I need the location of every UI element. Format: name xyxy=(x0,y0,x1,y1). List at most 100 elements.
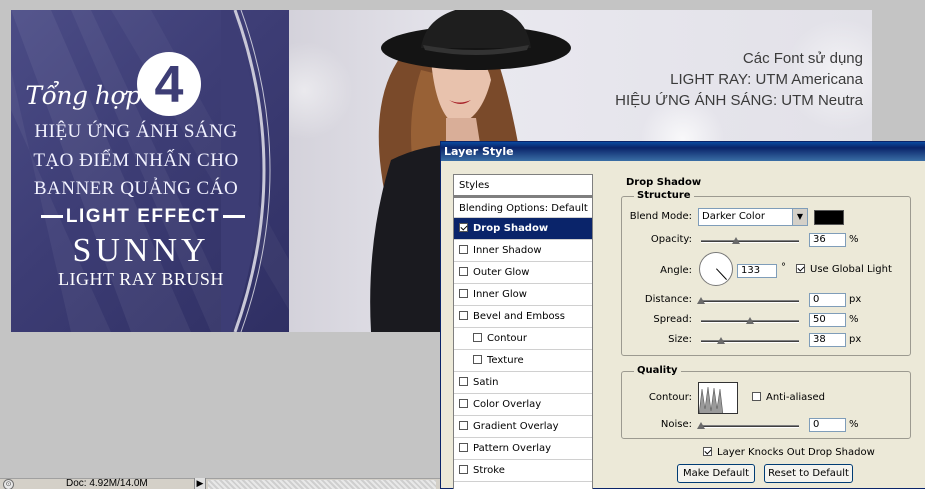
angle-dial[interactable] xyxy=(699,252,733,286)
style-checkbox[interactable] xyxy=(459,421,468,430)
style-label: Bevel and Emboss xyxy=(473,311,565,322)
zoom-icon[interactable]: ⊙ xyxy=(3,479,14,489)
style-item-satin[interactable]: Satin xyxy=(454,372,592,394)
style-label: Color Overlay xyxy=(473,399,542,410)
style-checkbox[interactable] xyxy=(459,289,468,298)
headline-line-1: HIỆU ỨNG ÁNH SÁNG xyxy=(34,121,238,142)
noise-input[interactable]: 0 xyxy=(809,418,846,432)
style-item-gradient-overlay[interactable]: Gradient Overlay xyxy=(454,416,592,438)
style-label: Pattern Overlay xyxy=(473,443,552,454)
font-line-1: LIGHT RAY: UTM Americana xyxy=(670,71,863,88)
style-checkbox[interactable] xyxy=(473,333,482,342)
style-label: Texture xyxy=(487,355,524,366)
use-global-light-checkbox[interactable] xyxy=(796,264,805,273)
style-checkbox[interactable] xyxy=(459,377,468,386)
size-slider[interactable] xyxy=(701,340,799,343)
doc-info[interactable]: Doc: 4.92M/14.0M xyxy=(66,478,148,489)
spread-label: Spread: xyxy=(653,314,692,325)
use-global-light-label: Use Global Light xyxy=(810,264,892,275)
sunny-text: SUNNY xyxy=(72,232,210,269)
style-item-bevel-and-emboss[interactable]: Bevel and Emboss xyxy=(454,306,592,328)
style-item-stroke[interactable]: Stroke xyxy=(454,460,592,482)
blend-mode-label: Blend Mode: xyxy=(629,211,692,222)
brush-text: LIGHT RAY BRUSH xyxy=(58,269,224,289)
angle-label: Angle: xyxy=(660,265,692,276)
chevron-down-icon[interactable]: ▼ xyxy=(792,209,807,225)
opacity-slider-thumb[interactable] xyxy=(732,237,740,244)
anti-aliased[interactable]: Anti-aliased xyxy=(752,392,825,403)
style-label: Gradient Overlay xyxy=(473,421,559,432)
tong-hop-text: Tổng hợp xyxy=(25,81,141,110)
style-item-outer-glow[interactable]: Outer Glow xyxy=(454,262,592,284)
style-checkbox[interactable] xyxy=(473,355,482,364)
style-item-pattern-overlay[interactable]: Pattern Overlay xyxy=(454,438,592,460)
angle-input[interactable]: 133 xyxy=(737,264,777,278)
drop-shadow-title: Drop Shadow xyxy=(626,177,702,188)
spread-slider-thumb[interactable] xyxy=(746,317,754,324)
size-unit: px xyxy=(849,334,862,345)
style-item-drop-shadow[interactable]: Drop Shadow xyxy=(454,218,592,240)
angle-unit: ° xyxy=(781,262,786,273)
font-line-2: HIỆU ỨNG ÁNH SÁNG: UTM Neutra xyxy=(615,92,863,109)
style-checkbox[interactable] xyxy=(459,443,468,452)
spread-input[interactable]: 50 xyxy=(809,313,846,327)
distance-slider[interactable] xyxy=(701,300,799,303)
reset-to-default-button[interactable]: Reset to Default xyxy=(764,464,853,483)
blend-mode-select[interactable]: Darker Color ▼ xyxy=(698,208,808,226)
fonts-title: Các Font sử dụng xyxy=(742,50,863,67)
distance-slider-thumb[interactable] xyxy=(697,297,705,304)
dialog-titlebar[interactable]: Layer Style xyxy=(441,142,925,161)
angle-needle xyxy=(716,268,727,280)
styles-list: Styles Blending Options: Default Drop Sh… xyxy=(453,174,593,489)
style-item-contour[interactable]: Contour xyxy=(454,328,592,350)
status-menu-arrow-icon[interactable]: ▶ xyxy=(194,478,206,489)
noise-unit: % xyxy=(849,419,859,430)
svg-text:4: 4 xyxy=(155,56,184,114)
number-four-badge: 4 xyxy=(137,52,201,116)
noise-slider-thumb[interactable] xyxy=(697,422,705,429)
size-input[interactable]: 38 xyxy=(809,333,846,347)
layer-knocks-out-label: Layer Knocks Out Drop Shadow xyxy=(717,447,875,458)
style-checkbox[interactable] xyxy=(459,465,468,474)
style-checkbox[interactable] xyxy=(459,399,468,408)
layer-knocks-out[interactable]: Layer Knocks Out Drop Shadow xyxy=(703,447,875,458)
size-slider-thumb[interactable] xyxy=(717,337,725,344)
contour-picker[interactable]: ▼ xyxy=(698,382,738,414)
opacity-label: Opacity: xyxy=(650,234,692,245)
dash-left xyxy=(40,215,63,219)
styles-header[interactable]: Styles xyxy=(454,175,592,196)
style-item-inner-glow[interactable]: Inner Glow xyxy=(454,284,592,306)
opacity-input[interactable]: 36 xyxy=(809,233,846,247)
style-item-texture[interactable]: Texture xyxy=(454,350,592,372)
headline-line-3: BANNER QUẢNG CÁO xyxy=(33,178,239,199)
style-label: Drop Shadow xyxy=(473,223,549,234)
shadow-color-swatch[interactable] xyxy=(814,210,844,225)
distance-unit: px xyxy=(849,294,862,305)
structure-label: Structure xyxy=(634,190,694,201)
style-label: Inner Glow xyxy=(473,289,527,300)
distance-input[interactable]: 0 xyxy=(809,293,846,307)
headline-line-2: TẠO ĐIỂM NHẤN CHO xyxy=(33,150,239,171)
spread-unit: % xyxy=(849,314,859,325)
style-item-color-overlay[interactable]: Color Overlay xyxy=(454,394,592,416)
horizontal-scrollbar[interactable] xyxy=(208,480,436,489)
light-effect-text: LIGHT EFFECT xyxy=(65,206,221,227)
opacity-slider[interactable] xyxy=(701,240,799,243)
layer-style-dialog: Layer Style Styles Blending Options: Def… xyxy=(440,141,925,489)
use-global-light[interactable]: Use Global Light xyxy=(796,264,892,275)
blending-options[interactable]: Blending Options: Default xyxy=(454,196,592,218)
anti-aliased-checkbox[interactable] xyxy=(752,392,761,401)
style-label: Inner Shadow xyxy=(473,245,542,256)
make-default-button[interactable]: Make Default xyxy=(677,464,755,483)
blend-mode-value: Darker Color xyxy=(702,211,765,222)
distance-label: Distance: xyxy=(644,294,692,305)
style-checkbox[interactable] xyxy=(459,245,468,254)
style-checkbox[interactable] xyxy=(459,223,468,232)
anti-aliased-label: Anti-aliased xyxy=(766,392,826,403)
style-label: Outer Glow xyxy=(473,267,530,278)
style-item-inner-shadow[interactable]: Inner Shadow xyxy=(454,240,592,262)
layer-knocks-out-checkbox[interactable] xyxy=(703,447,712,456)
style-checkbox[interactable] xyxy=(459,311,468,320)
noise-slider[interactable] xyxy=(701,425,799,428)
style-checkbox[interactable] xyxy=(459,267,468,276)
